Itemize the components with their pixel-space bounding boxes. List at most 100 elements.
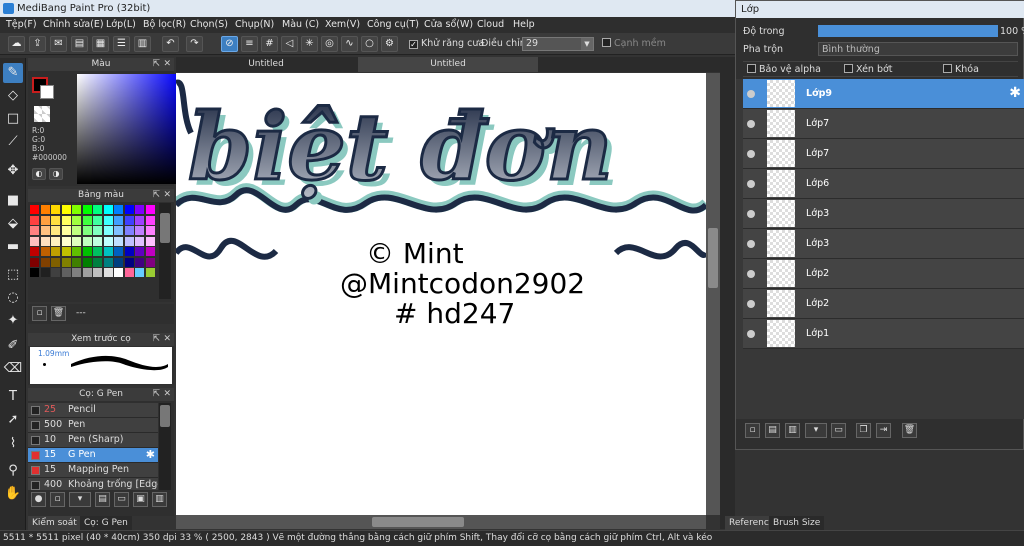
palette-swatch[interactable] xyxy=(114,226,123,235)
palette-swatch[interactable] xyxy=(114,205,123,214)
move-tool-icon[interactable]: ✥ xyxy=(3,161,23,181)
palette-swatch[interactable] xyxy=(103,247,113,256)
palette-swatch[interactable] xyxy=(103,226,113,235)
trash-icon[interactable]: 🗑 xyxy=(51,306,66,321)
tab-brush-size[interactable]: Brush Size xyxy=(769,516,825,530)
palette-swatch[interactable] xyxy=(93,215,102,225)
palette-swatch[interactable] xyxy=(40,215,50,225)
brush-item-mapping-pen[interactable]: 15 Mapping Pen xyxy=(28,463,158,478)
soft-edge-checkbox[interactable] xyxy=(602,38,611,47)
palette-swatch[interactable] xyxy=(40,247,50,256)
palette-swatch[interactable] xyxy=(124,226,134,235)
palette-scroll-thumb[interactable] xyxy=(160,213,170,243)
cloud-brush-icon[interactable]: ▥ xyxy=(152,492,167,507)
gear-icon[interactable]: ✱ xyxy=(1009,85,1021,101)
gear-icon[interactable]: ⚙ xyxy=(381,36,398,52)
lock-toggle[interactable]: Khóa xyxy=(943,64,979,75)
brush-item-pen[interactable]: 500 Pen xyxy=(28,418,158,433)
divide-tool-icon[interactable]: ⌇ xyxy=(3,434,23,454)
palette-swatch[interactable] xyxy=(40,236,50,246)
palette-swatch[interactable] xyxy=(145,236,155,246)
palette-swatch[interactable] xyxy=(82,226,92,235)
palette-swatch[interactable] xyxy=(82,205,92,214)
palette-swatch[interactable] xyxy=(72,226,81,235)
popout-icon[interactable]: ⇱ xyxy=(152,58,160,71)
palette-swatch[interactable] xyxy=(82,268,92,277)
palette-swatch[interactable] xyxy=(72,257,81,267)
lock-checkbox[interactable] xyxy=(943,64,952,73)
palette-swatch[interactable] xyxy=(93,226,102,235)
layer-item[interactable]: Lớp2 xyxy=(743,259,1024,289)
palette-swatch[interactable] xyxy=(61,205,71,214)
palette-swatch[interactable] xyxy=(72,215,81,225)
eye-icon[interactable] xyxy=(747,300,755,308)
palette-swatch[interactable] xyxy=(145,268,155,277)
eyedrop-small-icon[interactable]: ◑ xyxy=(49,168,63,180)
layer-menu-icon[interactable]: ▾ xyxy=(805,423,827,438)
palette-mode-icon[interactable]: ◐ xyxy=(32,168,46,180)
palette-swatch[interactable] xyxy=(40,268,50,277)
brush-scrollbar[interactable] xyxy=(159,403,171,490)
palette-swatch[interactable] xyxy=(72,205,81,214)
palette-swatch[interactable] xyxy=(135,205,144,214)
popout-icon[interactable]: ⇱ xyxy=(152,333,160,346)
menu-file[interactable]: Tệp(F) xyxy=(6,19,37,30)
palette-swatch[interactable] xyxy=(40,226,50,235)
menu-help[interactable]: Help xyxy=(513,19,535,30)
palette-swatch[interactable] xyxy=(124,215,134,225)
palette-swatch[interactable] xyxy=(51,257,60,267)
layer-item[interactable]: Lớp7 xyxy=(743,139,1024,169)
palette-swatch[interactable] xyxy=(145,205,155,214)
palette-swatch[interactable] xyxy=(135,236,144,246)
palette-swatch[interactable] xyxy=(40,205,50,214)
palette-swatch[interactable] xyxy=(103,236,113,246)
eye-icon[interactable] xyxy=(747,270,755,278)
grid-icon[interactable]: ▥ xyxy=(134,36,151,52)
palette-swatch[interactable] xyxy=(114,236,123,246)
palette-swatch[interactable] xyxy=(135,226,144,235)
palette-swatch[interactable] xyxy=(82,257,92,267)
layer-item[interactable]: Lớp9 ✱ xyxy=(743,79,1024,109)
text-tool-icon[interactable]: T xyxy=(3,387,23,407)
palette-swatch[interactable] xyxy=(124,236,134,246)
palette-swatch[interactable] xyxy=(82,236,92,246)
palette-swatch[interactable] xyxy=(30,257,39,267)
blend-mode-select[interactable]: Bình thường xyxy=(818,42,1018,56)
palette-swatch[interactable] xyxy=(30,205,39,214)
folder-icon[interactable]: ▭ xyxy=(114,492,129,507)
protect-alpha-checkbox[interactable] xyxy=(747,64,756,73)
no-snap-icon[interactable]: ⊘ xyxy=(221,36,238,52)
palette-swatch[interactable] xyxy=(145,215,155,225)
menu-capture[interactable]: Chụp(N) xyxy=(235,19,274,30)
duplicate-layer-icon[interactable]: ❐ xyxy=(856,423,871,438)
palette-swatch[interactable] xyxy=(114,268,123,277)
saturation-value-picker[interactable] xyxy=(77,74,180,184)
tab-brush-gpen[interactable]: Cọ: G Pen xyxy=(80,516,132,530)
chevron-down-icon[interactable]: ▼ xyxy=(581,38,593,50)
palette-swatch[interactable] xyxy=(93,247,102,256)
palette-swatch[interactable] xyxy=(103,257,113,267)
palette-swatch[interactable] xyxy=(135,268,144,277)
canvas-vertical-scrollbar[interactable] xyxy=(706,73,720,515)
palette-swatch[interactable] xyxy=(51,205,60,214)
menu-edit[interactable]: Chỉnh sửa(E) xyxy=(43,19,104,30)
eye-icon[interactable] xyxy=(747,240,755,248)
palette-swatch[interactable] xyxy=(61,215,71,225)
magic-wand-icon[interactable]: ✦ xyxy=(3,311,23,331)
palette-swatch[interactable] xyxy=(51,215,60,225)
menu-select[interactable]: Chọn(S) xyxy=(190,19,228,30)
hand-tool-icon[interactable]: ✋ xyxy=(3,484,23,504)
drawing-canvas[interactable]: biệt đơn biệt đơn © Mint @Mintcodon2902 … xyxy=(176,73,706,515)
palette-swatch[interactable] xyxy=(114,257,123,267)
close-icon[interactable]: ✕ xyxy=(163,388,171,401)
menu-view[interactable]: Xem(V) xyxy=(325,19,360,30)
popout-icon[interactable]: ⇱ xyxy=(152,388,160,401)
rect-tool-icon[interactable]: □ xyxy=(3,109,23,129)
close-icon[interactable]: ✕ xyxy=(163,189,171,202)
menu-window[interactable]: Cửa sổ(W) xyxy=(424,19,473,30)
palette-swatch[interactable] xyxy=(124,268,134,277)
cross-snap-icon[interactable]: # xyxy=(261,36,278,52)
protect-alpha-toggle[interactable]: Bảo vệ alpha xyxy=(747,64,821,75)
palette-swatch[interactable] xyxy=(145,247,155,256)
curve-snap-icon[interactable]: ∿ xyxy=(341,36,358,52)
